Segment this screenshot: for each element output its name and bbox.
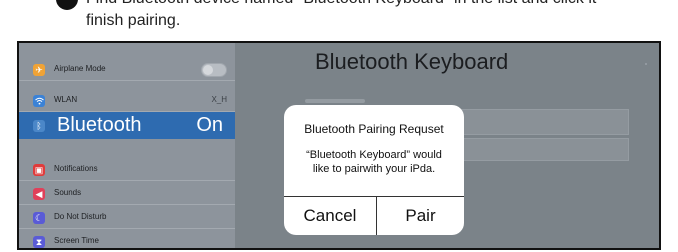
moon-icon: ☾ — [33, 212, 45, 224]
airplane-mode-toggle[interactable] — [201, 63, 227, 77]
wifi-icon — [33, 95, 45, 107]
hourglass-icon: ⧗ — [33, 236, 45, 248]
settings-sidebar: ✈ Airplane Mode WLAN X_H ᛒ Bluetooth On … — [19, 43, 235, 248]
alert-message: “Bluetooth Keyboard” would like to pairw… — [292, 148, 456, 176]
sidebar-item-label: Sounds — [54, 188, 82, 197]
pairing-alert-dialog: Bluetooth Pairing Requset “Bluetooth Key… — [284, 105, 464, 235]
cancel-button[interactable]: Cancel — [284, 197, 376, 235]
sidebar-item-wlan[interactable]: WLAN X_H — [19, 90, 235, 112]
ipad-settings-screenshot: ✈ Airplane Mode WLAN X_H ᛒ Bluetooth On … — [17, 41, 661, 250]
instruction-line-2: finish pairing. — [86, 12, 181, 29]
pair-button[interactable]: Pair — [377, 197, 464, 235]
sidebar-item-notifications[interactable]: ▣ Notifications — [19, 159, 235, 181]
section-header-placeholder — [305, 99, 365, 103]
sidebar-item-do-not-disturb[interactable]: ☾ Do Not Disturb — [19, 207, 235, 229]
sidebar-item-label: Do Not Disturb — [54, 212, 107, 221]
step-number-badge — [56, 0, 78, 10]
airplane-icon: ✈ — [33, 64, 45, 76]
sidebar-item-label: Airplane Mode — [54, 64, 106, 73]
sidebar-item-bluetooth[interactable]: ᛒ Bluetooth On — [19, 112, 235, 139]
detail-title: Bluetooth Keyboard — [315, 49, 509, 74]
bluetooth-icon: ᛒ — [33, 120, 45, 132]
sidebar-item-screen-time[interactable]: ⧗ Screen Time — [19, 231, 235, 248]
sidebar-item-label: Notifications — [54, 164, 98, 173]
sidebar-item-label: Screen Time — [54, 236, 99, 245]
alert-title: Bluetooth Pairing Requset — [304, 122, 444, 136]
sidebar-item-airplane-mode[interactable]: ✈ Airplane Mode — [19, 59, 235, 81]
notifications-icon: ▣ — [33, 164, 45, 176]
sidebar-item-label: WLAN — [54, 95, 78, 104]
sidebar-item-sounds[interactable]: ◀ Sounds — [19, 183, 235, 205]
alert-message-line-2: like to pairwith your iPda. — [312, 163, 436, 175]
alert-message-line-1: “Bluetooth Keyboard” would — [306, 149, 442, 161]
sidebar-item-label: Bluetooth — [57, 114, 142, 136]
detail-dot — [645, 63, 647, 65]
sounds-icon: ◀ — [33, 188, 45, 200]
instruction-line-1: Find Bluetooth device named "Bluetooth K… — [86, 0, 596, 9]
wlan-network-value: X_H — [211, 95, 227, 104]
bluetooth-status-value: On — [196, 114, 223, 136]
